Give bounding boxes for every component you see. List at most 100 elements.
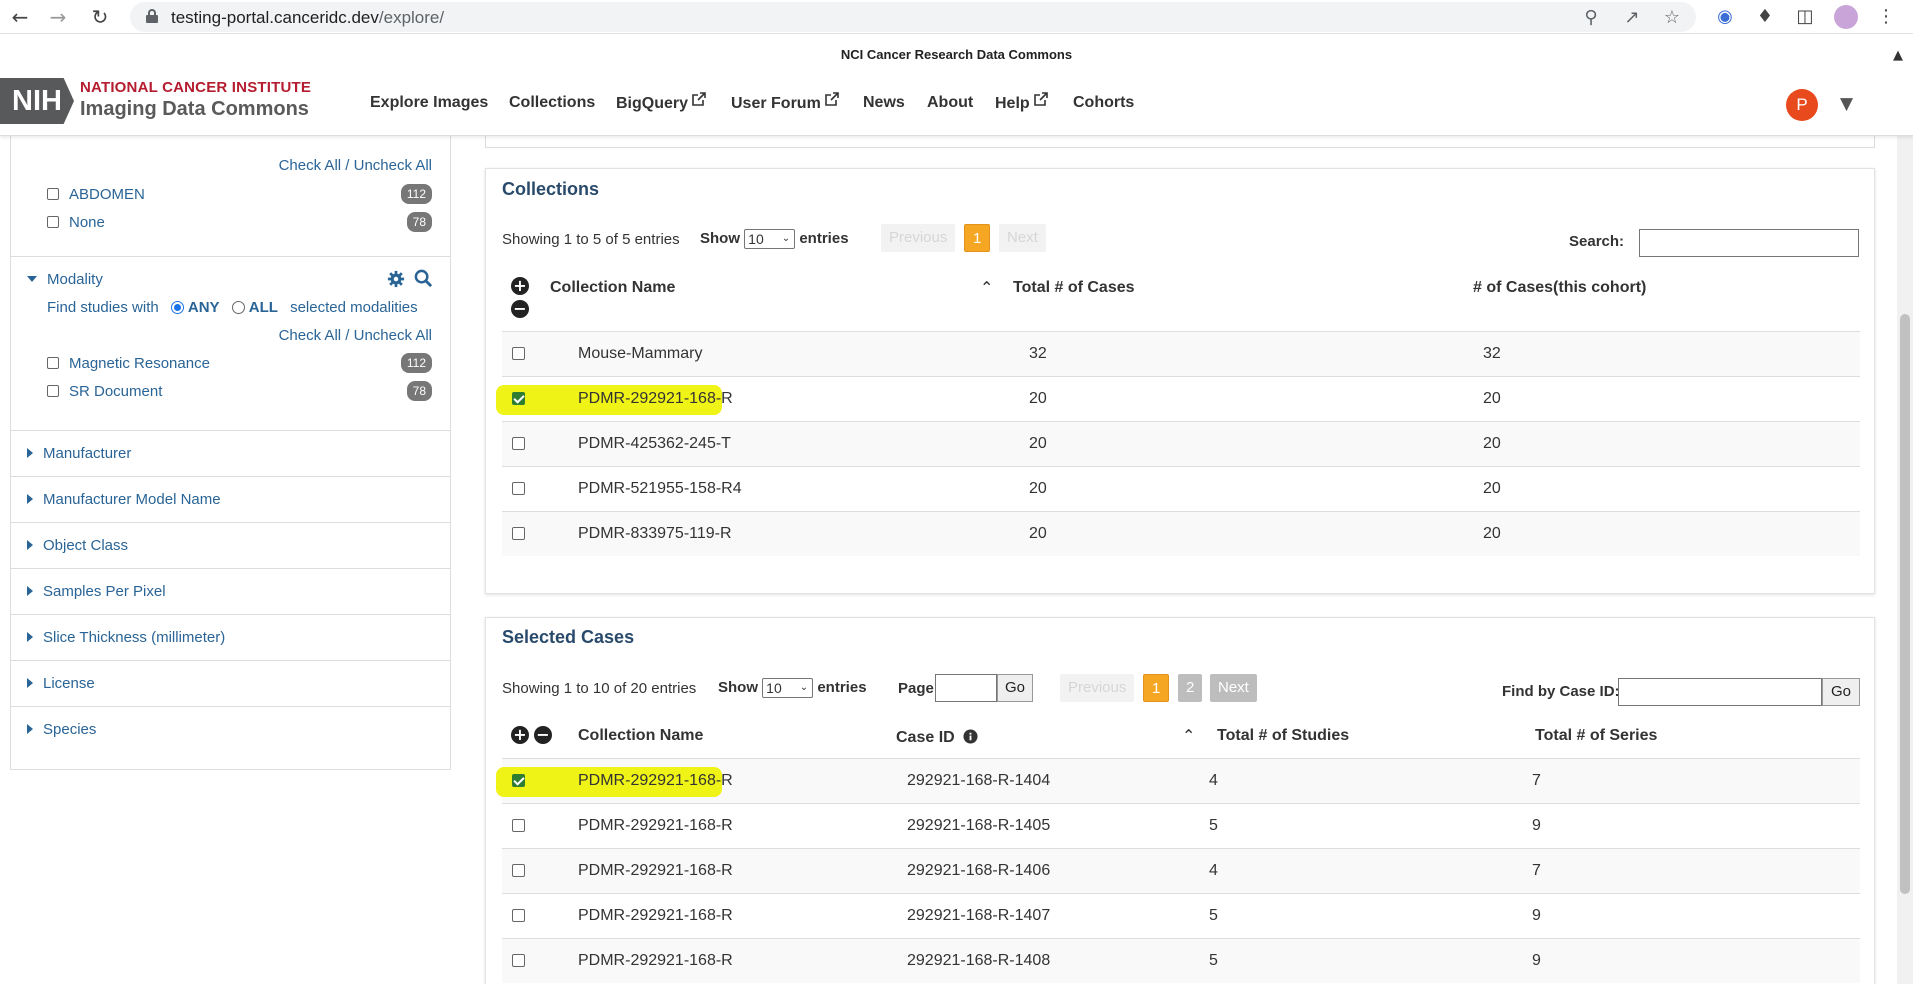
expand-all-plus-icon[interactable]: + [511,726,529,744]
uncheck-all-link[interactable]: Uncheck All [354,157,432,174]
facet-manufacturer-header[interactable]: Manufacturer [27,445,131,462]
nav-bigquery[interactable]: BigQuery [616,92,706,113]
scrollbar-thumb[interactable] [1900,314,1910,894]
bookmark-star-icon[interactable]: ☆ [1660,6,1684,30]
sort-caret-up-icon[interactable]: ⌃ [980,278,993,297]
share-icon[interactable]: ↗ [1620,6,1644,30]
facet-object-class-header[interactable]: Object Class [27,537,128,554]
collection-row[interactable]: PDMR-425362-245-T 20 20 [502,421,1860,466]
search-icon[interactable] [414,269,433,288]
next-page-button[interactable]: Next [1210,674,1257,702]
page-1-button[interactable]: 1 [1143,674,1170,702]
any-radio[interactable] [170,301,184,314]
page-length-select[interactable]: 10 ⌄ [762,678,814,698]
facet-checkbox[interactable] [47,188,59,200]
col-total-cases[interactable]: Total # of Cases [1013,279,1135,297]
col-collection-name[interactable]: Collection Name [550,279,675,297]
col-total-studies[interactable]: Total # of Studies [1217,727,1349,745]
side-panel-icon[interactable]: ◫ [1793,5,1817,29]
row-checkbox[interactable] [512,527,525,540]
facet-samples-per-pixel[interactable]: Samples Per Pixel [11,569,450,615]
collapse-all-minus-icon[interactable]: − [511,300,529,318]
facet-slice-thickness[interactable]: Slice Thickness (millimeter) [11,615,450,661]
facet-manufacturer[interactable]: Manufacturer [11,431,450,477]
collection-row[interactable]: PDMR-521955-158-R4 20 20 [502,466,1860,511]
nih-logo[interactable]: NIH [0,78,74,124]
puzzle-extensions-icon[interactable]: ♦ [1753,5,1777,29]
case-row[interactable]: PDMR-292921-168-R 292921-168-R-1407 5 9 [502,893,1860,938]
gear-icon[interactable] [387,270,405,288]
case-row[interactable]: PDMR-292921-168-R 292921-168-R-1404 4 7 [496,758,1860,803]
facet-item-abdomen[interactable]: ABDOMEN [47,186,145,203]
facet-species-header[interactable]: Species [27,721,96,738]
collection-row[interactable]: PDMR-292921-168-R 20 20 [496,376,1860,421]
facet-slice-thickness-header[interactable]: Slice Thickness (millimeter) [27,629,225,646]
row-checkbox[interactable] [512,437,525,450]
case-row[interactable]: PDMR-292921-168-R 292921-168-R-1408 5 9 [502,938,1860,983]
row-checkbox[interactable] [512,909,525,922]
facet-object-class[interactable]: Object Class [11,523,450,569]
nav-news[interactable]: News [863,94,905,112]
all-radio[interactable] [231,301,245,314]
browser-menu-icon[interactable]: ⋮ [1874,5,1898,29]
facet-manufacturer-model-name-header[interactable]: Manufacturer Model Name [27,491,221,508]
case-id-search-input[interactable] [1618,678,1822,706]
col-cases-this-cohort[interactable]: # of Cases(this cohort) [1473,279,1646,297]
facet-species[interactable]: Species [11,707,450,753]
collections-search-input[interactable] [1639,229,1859,257]
user-avatar[interactable]: P [1786,89,1818,121]
user-menu-caret-icon[interactable]: ▼ [1840,94,1853,114]
extension-icon[interactable]: ◉ [1713,5,1737,29]
logo-nci-text[interactable]: NATIONAL CANCER INSTITUTE [80,79,311,96]
facet-license-header[interactable]: License [27,675,95,692]
collection-row[interactable]: Mouse-Mammary 32 32 [502,331,1860,376]
case-row[interactable]: PDMR-292921-168-R 292921-168-R-1405 5 9 [502,803,1860,848]
row-checkbox[interactable] [512,347,525,360]
facet-item-sr-document[interactable]: SR Document [47,383,162,400]
case-id-go-button[interactable]: Go [1822,678,1860,706]
back-arrow-icon[interactable]: ← [8,5,32,29]
previous-page-button[interactable]: Previous [1060,674,1135,702]
collection-row[interactable]: PDMR-833975-119-R 20 20 [502,511,1860,556]
row-checkbox[interactable] [512,954,525,967]
nav-cohorts[interactable]: Cohorts [1073,94,1134,112]
check-all-link[interactable]: Check All [279,157,342,174]
facet-samples-per-pixel-header[interactable]: Samples Per Pixel [27,583,166,600]
collapse-all-minus-icon[interactable]: − [534,726,552,744]
col-total-series[interactable]: Total # of Series [1535,727,1657,745]
browser-profile-avatar[interactable] [1834,5,1858,29]
address-bar[interactable]: testing-portal.canceridc.dev/explore/ ⚲ … [130,2,1696,32]
expand-all-plus-icon[interactable]: + [511,277,529,295]
page-scrollbar[interactable] [1897,74,1913,984]
uncheck-all-link[interactable]: Uncheck All [354,327,432,344]
nav-about[interactable]: About [927,94,973,112]
logo-idc-text[interactable]: Imaging Data Commons [80,98,309,121]
nav-explore-images[interactable]: Explore Images [370,94,488,112]
zoom-icon[interactable]: ⚲ [1579,6,1603,30]
row-checkbox[interactable] [512,864,525,877]
page-go-button[interactable]: Go [997,674,1033,702]
facet-checkbox[interactable] [47,216,59,228]
row-checkbox-checked[interactable] [512,774,525,787]
nav-user-forum[interactable]: User Forum [731,92,839,113]
page-1-button[interactable]: 1 [964,224,991,252]
col-case-id[interactable]: Case ID [896,727,978,747]
check-all-link[interactable]: Check All [279,327,342,344]
row-checkbox-checked[interactable] [512,392,525,405]
row-checkbox[interactable] [512,482,525,495]
info-icon[interactable] [963,729,978,744]
row-checkbox[interactable] [512,819,525,832]
facet-manufacturer-model-name[interactable]: Manufacturer Model Name [11,477,450,523]
previous-page-button[interactable]: Previous [881,224,956,252]
facet-license[interactable]: License [11,661,450,707]
nav-collections[interactable]: Collections [509,94,595,112]
facet-item-none[interactable]: None [47,214,105,231]
facet-item-magnetic-resonance[interactable]: Magnetic Resonance [47,355,210,372]
caret-up-icon[interactable]: ▲ [1893,48,1903,63]
facet-checkbox[interactable] [47,357,59,369]
forward-arrow-icon[interactable]: → [46,5,70,29]
nav-help[interactable]: Help [995,92,1048,113]
page-number-input[interactable] [935,674,997,702]
case-row[interactable]: PDMR-292921-168-R 292921-168-R-1406 4 7 [502,848,1860,893]
page-2-button[interactable]: 2 [1178,674,1203,702]
